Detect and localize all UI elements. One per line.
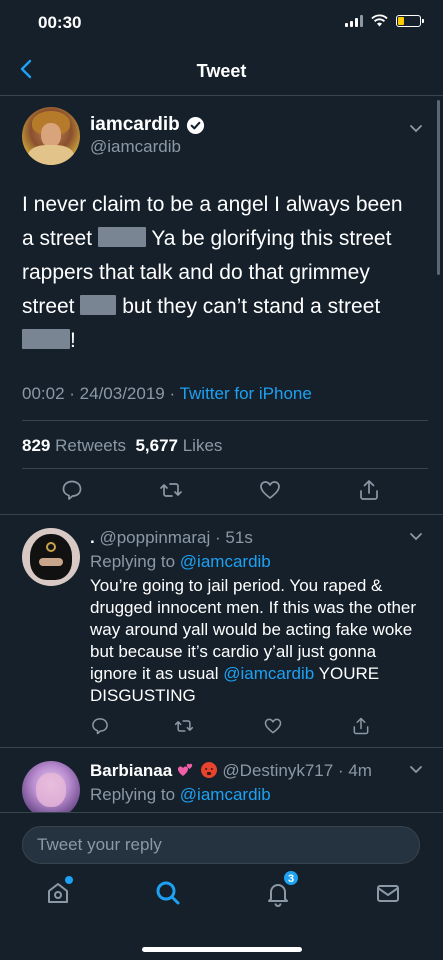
handle[interactable]: @iamcardib (90, 137, 181, 157)
reply-text: You’re going to jail period. You raped &… (90, 576, 417, 705)
author-name-row[interactable]: iamcardib (90, 114, 205, 136)
reply-header: Barbianaa @Destinyk717 · 4m (90, 761, 372, 780)
avatar[interactable] (22, 107, 80, 165)
reply-actions (0, 716, 443, 746)
likes-stat[interactable]: 5,677 Likes (135, 436, 222, 455)
display-name[interactable]: iamcardib (90, 114, 180, 136)
chevron-down-icon[interactable] (408, 120, 424, 136)
status-time: 00:30 (38, 13, 82, 32)
status-icons (345, 14, 424, 27)
divider (22, 420, 428, 421)
nav-bar: Tweet (0, 44, 443, 96)
reply-input[interactable] (23, 827, 419, 863)
tweet-line: ! (22, 324, 427, 358)
replying-to: Replying to @iamcardib (90, 785, 271, 804)
battery-icon (396, 14, 424, 27)
tweet-time: 00:02 (22, 384, 65, 403)
tab-bar: 3 (0, 870, 443, 928)
retweets-stat[interactable]: 829 Retweets (22, 436, 126, 455)
reply-icon[interactable] (90, 716, 110, 736)
tab-search[interactable] (153, 878, 183, 908)
bottom-bar: 3 (0, 812, 443, 960)
replying-to: Replying to @iamcardib (90, 552, 271, 571)
tweet-source-link[interactable]: Twitter for iPhone (180, 384, 312, 403)
tweet-date: 24/03/2019 (79, 384, 165, 403)
retweet-icon[interactable] (174, 716, 194, 736)
hot-face-emoji-icon (200, 762, 217, 778)
redacted-word (80, 295, 117, 315)
avatar[interactable] (22, 761, 80, 819)
handle[interactable]: @Destinyk717 (222, 761, 333, 780)
tweet-line: rappers that talk and do that grimmey (22, 261, 370, 284)
divider (22, 468, 428, 469)
tab-notifications[interactable]: 3 (263, 870, 299, 908)
mention-link[interactable]: @iamcardib (180, 552, 271, 571)
divider (0, 514, 443, 515)
mail-icon (377, 885, 399, 902)
chevron-down-icon[interactable] (408, 528, 424, 544)
verified-badge-icon (186, 116, 204, 134)
share-icon[interactable] (357, 478, 381, 502)
tweet-text: I never claim to be a angel I always bee… (22, 188, 427, 358)
display-name[interactable]: Barbianaa (90, 761, 172, 780)
divider (0, 747, 443, 748)
like-heart-icon[interactable] (258, 478, 282, 502)
scrollbar[interactable] (437, 100, 440, 275)
reply-icon[interactable] (60, 478, 84, 502)
tab-home[interactable] (43, 876, 73, 908)
search-icon (156, 881, 180, 905)
like-heart-icon[interactable] (263, 716, 283, 736)
status-bar: 00:30 (0, 0, 443, 44)
page-title: Tweet (196, 61, 247, 81)
avatar[interactable] (22, 528, 80, 586)
share-icon[interactable] (351, 716, 371, 736)
tweet-line: a street Ya be glorifying this street (22, 227, 392, 250)
redacted-word (22, 329, 70, 349)
redacted-word (97, 227, 146, 247)
chevron-down-icon[interactable] (408, 761, 424, 777)
tab-messages[interactable] (373, 878, 403, 908)
display-name[interactable]: . (90, 528, 95, 547)
tweet-line: I never claim to be a angel I always bee… (22, 193, 403, 216)
new-content-dot (65, 876, 73, 884)
signal-icon (345, 14, 363, 27)
mention-link[interactable]: @iamcardib (180, 785, 271, 804)
reply-composer[interactable] (22, 826, 420, 864)
tweet-line: street but they can’t stand a street (22, 295, 381, 318)
handle[interactable]: @poppinmaraj (99, 528, 210, 547)
retweet-icon[interactable] (159, 478, 183, 502)
reply-time: 51s (225, 528, 253, 547)
notification-badge: 3 (283, 870, 299, 886)
mention-link[interactable]: @iamcardib (223, 664, 314, 683)
reply-time: 4m (348, 761, 372, 780)
tweet-actions (0, 478, 443, 508)
engagement-stats: 829 Retweets 5,677 Likes (22, 436, 222, 456)
tweet-metadata: 00:02 · 24/03/2019 · Twitter for iPhone (22, 384, 312, 403)
reply-header: . @poppinmaraj · 51s (90, 528, 253, 547)
home-indicator[interactable] (142, 947, 302, 952)
wifi-icon (371, 14, 388, 27)
two-hearts-emoji-icon (177, 763, 193, 776)
